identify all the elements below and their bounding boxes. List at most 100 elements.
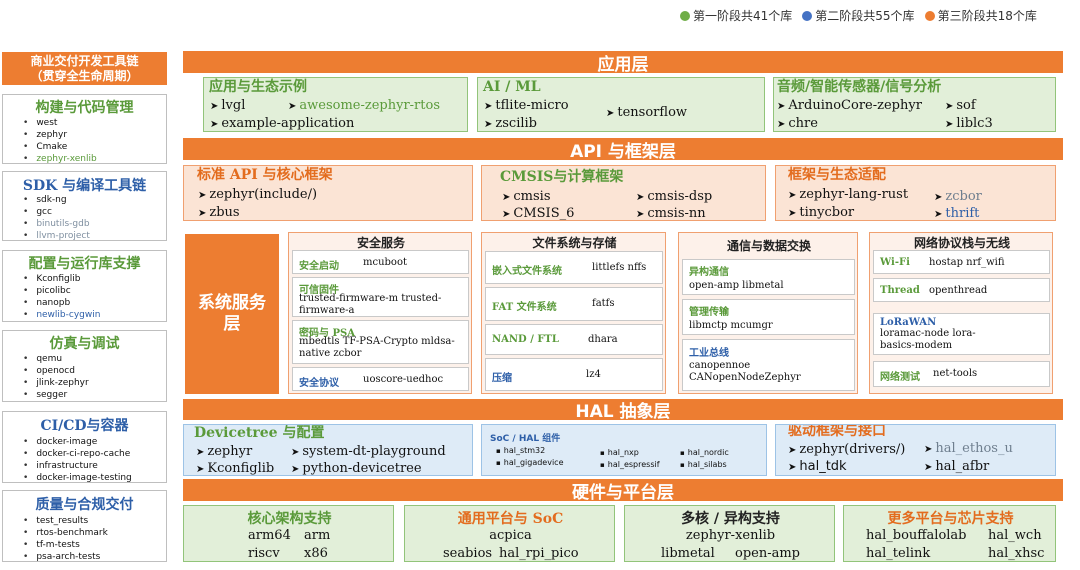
box-title: 多核 / 异构支持 [681, 511, 780, 527]
app-box-ecosystem: 应用与生态示例 lvgl awesome-zephyr-rtos example… [203, 77, 468, 132]
list-item: test_results [23, 516, 88, 527]
list-item: seabios [443, 546, 493, 561]
sidebar-group-config: 配置与运行库支撑 Kconfiglib picolibc nanopb newl… [2, 250, 167, 322]
list-item: hal_bouffalolab [866, 528, 967, 543]
toolchain-header: 商业交付开发工具链 （贯穿全生命周期） [2, 52, 167, 85]
hal-box-drivers: 驱动框架与接口 zephyr(drivers/) hal_tdk hal_eth… [775, 424, 1056, 476]
sys-col-comm: 通信与数据交换 异构通信 open-amp libmetal 管理传输 libm… [678, 232, 858, 394]
list-item: libmetal [661, 546, 715, 561]
sidebar-group-sdk: SDK 与编译工具链 sdk-ng gcc binutils-gdb llvm-… [2, 171, 167, 241]
list-item: cmsis-dsp [636, 189, 712, 205]
sys-row: 安全启动 mcuboot [292, 250, 469, 274]
box-title: Devicetree 与配置 [194, 425, 325, 441]
list-item: hal_ethos_u [924, 441, 1012, 457]
hal-box-soc: SoC / HAL 组件 hal_stm32 hal_gigadevice ha… [481, 424, 767, 476]
list-item: sdk-ng [23, 195, 66, 206]
list-item: zscilib [484, 116, 537, 131]
list-item: openocd [23, 366, 75, 377]
group-title: 质量与合规交付 [35, 497, 134, 513]
list-item: hal_wch [988, 528, 1042, 543]
box-title: CMSIS与计算框架 [500, 169, 624, 185]
list-item: hal_xhsc [988, 546, 1045, 561]
sidebar-group-debug: 仿真与调试 qemu openocd jlink-zephyr segger [2, 330, 167, 402]
list-item: zephyr(include/) [198, 187, 317, 203]
list-item: cmsis [502, 189, 550, 205]
sidebar-group-cicd: CI/CD与容器 docker-image docker-ci-repo-cac… [2, 411, 167, 483]
list-item: hal_nordic [680, 448, 729, 458]
box-title: 框架与生态适配 [788, 167, 886, 183]
list-item: docker-ci-repo-cache [23, 449, 130, 460]
list-item: llvm-project [23, 231, 90, 240]
legend: 第一阶段共41个库 第二阶段共55个库 第三阶段共18个库 [680, 7, 1037, 24]
list-item: nanopb [23, 298, 70, 309]
hw-box-platform: 通用平台与 SoC acpica seabios hal_rpi_pico [404, 505, 615, 562]
list-item: docker-image [23, 437, 97, 448]
list-item: binutils-gdb [23, 219, 89, 230]
list-item: zcbor [934, 189, 982, 205]
list-item: acpica [489, 528, 532, 543]
box-title: 更多平台与芯片支持 [887, 511, 1014, 527]
list-item: CMSIS_6 [502, 206, 574, 220]
list-item: newlib-cygwin [23, 310, 100, 321]
list-item: psa-arch-tests [23, 552, 100, 561]
group-title: 仿真与调试 [49, 336, 120, 352]
sys-row: 嵌入式文件系统 littlefs nffs [485, 251, 663, 284]
sys-row: LoRaWAN loramac-node lora-basics-modem [873, 313, 1050, 355]
sys-row: Wi-Fi hostap nrf_wifi [873, 250, 1050, 274]
list-item: awesome-zephyr-rtos [288, 98, 440, 114]
list-item: hal_telink [866, 546, 931, 561]
list-item: zephyr-xenlib [685, 528, 776, 543]
hw-box-more-chips: 更多平台与芯片支持 hal_bouffalolab hal_wch hal_te… [843, 505, 1056, 562]
list-item: qemu [23, 354, 62, 365]
sys-row: 压缩 lz4 [485, 358, 663, 391]
list-item: segger [23, 390, 67, 401]
list-item: picolibc [23, 286, 70, 297]
box-title: 音频/智能传感器/信号分析 [777, 79, 942, 95]
sys-row: 密码与 PSA mbedtls TF-PSA-Crypto mldsa-nati… [292, 320, 469, 364]
list-item: docker-image-testing [23, 473, 131, 482]
box-title: 通用平台与 SoC [457, 511, 564, 527]
legend-item-phase3: 第三阶段共18个库 [924, 7, 1037, 24]
box-title: AI / ML [483, 79, 541, 95]
sys-row: 安全协议 uoscore-uedhoc [292, 367, 469, 391]
list-item: open-amp [735, 546, 801, 561]
group-title: SDK 与编译工具链 [22, 178, 147, 194]
group-title: 配置与运行库支撑 [28, 256, 141, 272]
box-title: SoC / HAL 组件 [490, 434, 561, 444]
list-item: sof [945, 98, 975, 114]
api-box-ecosystem: 框架与生态适配 zephyr-lang-rust tinycbor zcbor … [775, 165, 1056, 221]
sys-row: Thread openthread [873, 278, 1050, 302]
hal-box-devicetree: Devicetree 与配置 zephyr Kconfiglib system-… [183, 424, 473, 476]
hw-box-multicore: 多核 / 异构支持 zephyr-xenlib libmetal open-am… [624, 505, 835, 562]
column-title: 通信与数据交换 [726, 239, 811, 253]
sys-col-security: 安全服务 安全启动 mcuboot 可信固件 trusted-firmware-… [288, 232, 472, 394]
api-layer-banner: API 与框架层 [183, 138, 1063, 162]
box-title: 核心架构支持 [247, 511, 332, 527]
app-box-audio: 音频/智能传感器/信号分析 ArduinoCore-zephyr chre so… [773, 77, 1056, 132]
api-box-core: 标准 API 与核心框架 zephyr(include/) zbus [183, 165, 473, 221]
list-item: hal_gigadevice [496, 458, 564, 468]
app-layer-banner: 应用层 [183, 51, 1063, 75]
box-title: 应用与生态示例 [209, 79, 307, 95]
list-item: hal_espressif [600, 460, 660, 470]
list-item: hal_afbr [924, 459, 989, 475]
list-item: python-devicetree [291, 461, 421, 475]
sys-row: 可信固件 trusted-firmware-m trusted-firmware… [292, 277, 469, 317]
list-item: riscv [248, 546, 280, 561]
sys-row: NAND / FTL dhara [485, 324, 663, 355]
column-title: 网络协议栈与无线 [913, 236, 1010, 250]
list-item: arm [304, 528, 331, 543]
api-box-cmsis: CMSIS与计算框架 cmsis CMSIS_6 cmsis-dsp cmsis… [481, 165, 766, 221]
list-item: hal_rpi_pico [499, 546, 579, 561]
hw-layer-banner: 硬件与平台层 [183, 479, 1063, 503]
sys-row: 网络测试 net-tools [873, 361, 1050, 387]
app-box-ai: AI / ML tflite-micro zscilib tensorflow [477, 77, 765, 132]
sys-col-network: 网络协议栈与无线 Wi-Fi hostap nrf_wifi Thread op… [869, 232, 1053, 394]
list-item: west [23, 118, 57, 129]
list-item: zephyr(drivers/) [788, 442, 905, 458]
green-dot-icon [680, 10, 690, 21]
list-item: liblc3 [945, 116, 992, 131]
sys-row: 工业总线 canopennoe CANopenNodeZephyr [682, 339, 855, 391]
list-item: cmsis-nn [636, 206, 705, 220]
list-item: tf-m-tests [23, 540, 79, 551]
